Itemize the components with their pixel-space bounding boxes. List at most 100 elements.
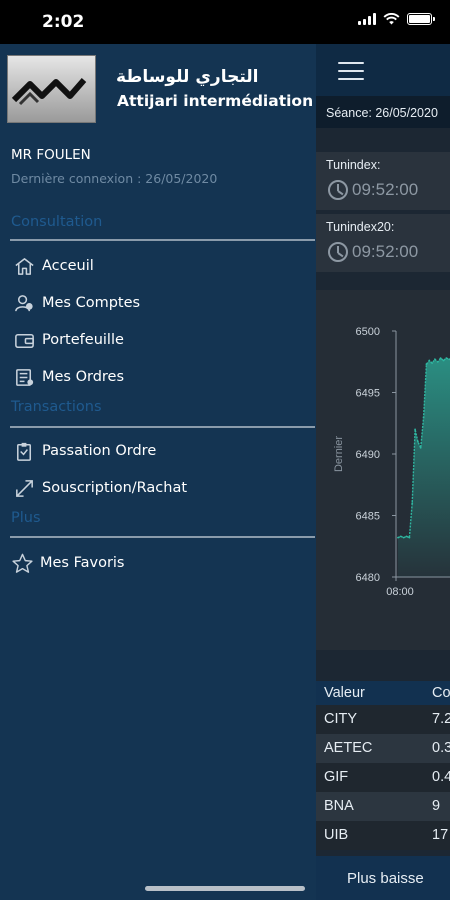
cellular-signal-icon (358, 13, 376, 25)
table-row[interactable]: AETEC 0.3 (316, 734, 450, 763)
data-point (436, 360, 439, 363)
data-point (419, 446, 422, 449)
tunindex20-block[interactable]: Tunindex20: 09:52:00 (316, 214, 450, 272)
data-point (417, 440, 419, 443)
table-row[interactable]: GIF 0.4 (316, 763, 450, 792)
menu-item-label: Mes Ordres (42, 369, 125, 385)
menu-item-mes-comptes[interactable]: Mes Comptes (13, 290, 140, 316)
menu-item-label: Passation Ordre (42, 443, 157, 459)
menu-item-souscription-rachat[interactable]: Souscription/Rachat (13, 475, 187, 501)
main-top-bar (316, 44, 450, 96)
y-tick-label: 6480 (356, 572, 380, 584)
row-value: 0.4 (432, 769, 450, 785)
series-area (398, 358, 450, 577)
subscription-icon (16, 479, 33, 497)
row-name: BNA (324, 798, 354, 814)
menu-item-passation-ordre[interactable]: Passation Ordre (13, 438, 156, 464)
tunindex20-time: 09:52:00 (328, 242, 418, 262)
table-header-valeur: Valeur (324, 685, 365, 701)
menu-item-mes-ordres[interactable]: Mes Ordres (13, 364, 124, 390)
data-point (445, 357, 448, 359)
menu-item-label: Portefeuille (42, 332, 124, 348)
y-tick-label: 6490 (356, 449, 380, 461)
row-value: 9 (432, 798, 441, 814)
main-screen: Séance: 26/05/2020 Tunindex: 09:52:00 Tu… (316, 44, 450, 900)
status-time: 2:02 (42, 12, 85, 32)
data-point (434, 358, 436, 361)
table-row[interactable]: UIB 17 (316, 821, 450, 850)
tab-plus-baisse-label: Plus baisse (347, 870, 424, 887)
index-chart[interactable]: 6500 6495 6490 6485 6480 08:00 Dernier (316, 290, 450, 650)
menu-item-label: Mes Comptes (42, 295, 141, 311)
data-point (408, 536, 411, 539)
data-point (422, 416, 425, 418)
brand-name: Attijari intermédiation (117, 92, 314, 110)
table-header: Valeur Co (316, 681, 450, 705)
accounts-icon (15, 294, 33, 311)
battery-icon (407, 13, 435, 25)
x-tick-label: 08:00 (386, 586, 414, 598)
row-name: CITY (324, 711, 358, 727)
seance-date: Séance: 26/05/2020 (316, 96, 450, 128)
row-value: 7.2 (432, 711, 450, 727)
data-point (397, 536, 399, 539)
wallet-icon (15, 333, 34, 348)
row-value: 17 (432, 827, 449, 843)
menu-item-label: Souscription/Rachat (42, 480, 188, 496)
y-tick-label: 6495 (356, 388, 380, 400)
menu-item-mes-favoris[interactable]: Mes Favoris (11, 550, 125, 576)
divider (10, 536, 315, 538)
row-name: UIB (324, 827, 349, 843)
section-plus: Plus (11, 510, 41, 526)
data-point (414, 428, 416, 431)
row-value: 0.3 (432, 740, 450, 756)
y-tick-label: 6500 (356, 326, 380, 338)
data-point (425, 363, 428, 366)
table-row[interactable]: BNA 9 (316, 792, 450, 821)
tunindex-time: 09:52:00 (328, 180, 418, 200)
menu-item-label: Acceuil (42, 258, 94, 274)
orders-icon (16, 368, 34, 386)
status-icons (358, 13, 435, 25)
data-point (405, 535, 408, 538)
clock-icon (328, 180, 348, 200)
tunindex20-label: Tunindex20: (326, 220, 395, 234)
clock-icon (328, 242, 348, 262)
home-icon (15, 257, 34, 275)
section-transactions: Transactions (11, 399, 102, 415)
menu-item-label: Mes Favoris (40, 555, 125, 571)
data-point (402, 536, 405, 539)
navigation-drawer: التجاري للوساطة Attijari intermédiation … (0, 44, 316, 900)
data-point (439, 357, 442, 359)
user-name: MR FOULEN (11, 147, 91, 163)
home-indicator (145, 886, 305, 891)
place-order-icon (17, 442, 32, 461)
menu-item-portefeuille[interactable]: Portefeuille (13, 327, 124, 353)
tab-plus-baisse[interactable]: Plus baisse (316, 856, 450, 900)
section-consultation: Consultation (11, 214, 103, 230)
last-login: Dernière connexion : 26/05/2020 (11, 171, 218, 186)
divider (10, 239, 315, 241)
tunindex-label: Tunindex: (326, 158, 381, 172)
index-chart-svg: 6500 6495 6490 6485 6480 08:00 Dernier (333, 326, 450, 598)
table-header-cours: Co (432, 685, 450, 701)
hamburger-menu-icon[interactable] (338, 62, 364, 86)
data-point (442, 359, 445, 362)
y-axis-label: Dernier (333, 436, 345, 472)
menu-item-acceuil[interactable]: Acceuil (13, 253, 94, 279)
star-icon (12, 553, 33, 573)
data-point (399, 535, 402, 538)
attijari-logo (7, 55, 96, 123)
brand-arabic: التجاري للوساطة (116, 67, 259, 87)
row-name: AETEC (324, 740, 373, 756)
status-bar: 2:02 (0, 0, 450, 44)
y-tick-label: 6485 (356, 511, 380, 523)
data-point (428, 359, 431, 362)
wifi-icon (383, 13, 400, 25)
divider (10, 426, 315, 428)
tunindex-block[interactable]: Tunindex: 09:52:00 (316, 152, 450, 210)
data-point (431, 362, 433, 364)
data-point (411, 502, 414, 505)
table-row[interactable]: CITY 7.2 (316, 705, 450, 734)
row-name: GIF (324, 769, 349, 785)
